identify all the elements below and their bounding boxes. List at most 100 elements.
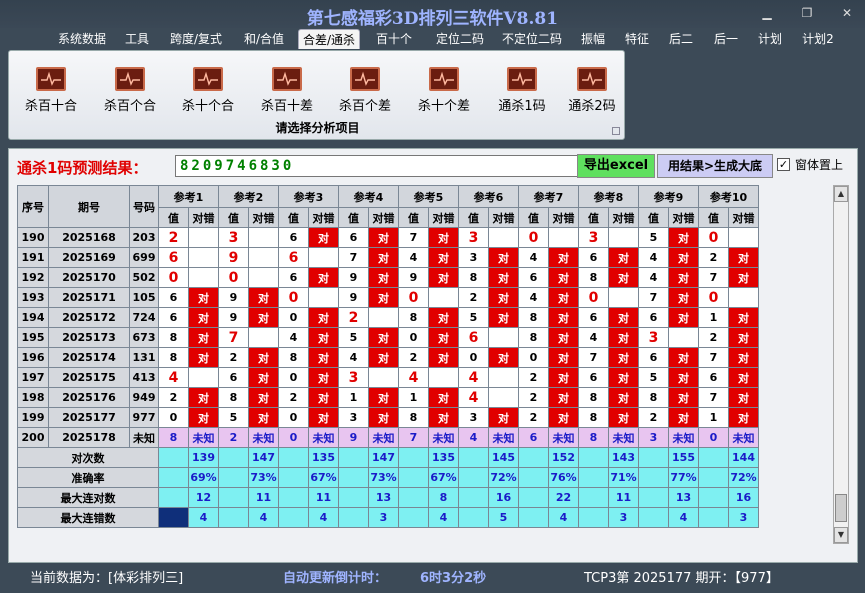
ribbon-button-label: 杀百十合 bbox=[24, 99, 77, 114]
app-title: 第七感福彩3D排列三软件V8.81 bbox=[306, 9, 559, 29]
ref-check: 对 bbox=[608, 407, 639, 428]
pending-row[interactable]: 200 2025178 未知 8 未知 2 未知 0 未知 9 未知 7 未知 4 未知 6 未知 8 未知 3 未知 0… bbox=[17, 427, 759, 448]
table-row[interactable]: 199 2025177 977 0 对 5 对 0 对 3 对 8 对 3 对 2 对 8 对 2 对 1 对 bbox=[17, 407, 759, 428]
ref-value: 3 bbox=[458, 247, 489, 268]
ref-check: 对 bbox=[728, 247, 759, 268]
ref-check: 未知 bbox=[668, 427, 699, 448]
minimize-button[interactable]: ▁ bbox=[756, 4, 778, 22]
ref-value: 3 bbox=[458, 407, 489, 428]
maximize-button[interactable]: ❐ bbox=[796, 4, 818, 22]
ref-check: 对 bbox=[248, 347, 279, 368]
summary-value: 73% bbox=[248, 467, 279, 488]
ref-value: 8 bbox=[218, 387, 249, 408]
table-row[interactable]: 193 2025171 105 6 对 9 对 0 9 对 0 2 对 4 对 0 7 对 0 bbox=[17, 287, 759, 308]
ref-check: 对 bbox=[308, 267, 339, 288]
summary-value: 4 bbox=[248, 507, 279, 528]
row-seq: 200 bbox=[17, 427, 49, 448]
ribbon-expand-icon[interactable] bbox=[612, 127, 620, 135]
table-row[interactable]: 192 2025170 502 0 0 6 对 9 对 9 对 8 对 6 对 8 对 4 对 7 对 bbox=[17, 267, 759, 288]
ribbon-button[interactable]: 杀十个合 bbox=[173, 67, 243, 117]
always-on-top-checkbox[interactable]: ✓ bbox=[777, 158, 790, 171]
ribbon-button-label: 通杀1码 bbox=[498, 99, 546, 114]
menu-item[interactable]: 计划 bbox=[756, 29, 784, 49]
menu-item[interactable]: 计划2 bbox=[800, 29, 836, 49]
menu-item[interactable]: 特征 bbox=[623, 29, 651, 49]
ribbon-button[interactable]: 杀百个合 bbox=[95, 67, 165, 117]
menu-item[interactable]: 百十个 bbox=[375, 29, 413, 49]
menu-item[interactable]: 定位二码 bbox=[434, 29, 486, 49]
prediction-result-field[interactable]: 8209746830 bbox=[175, 155, 583, 177]
ref-check bbox=[248, 267, 279, 288]
menu-item[interactable]: 跨度/复式 bbox=[168, 29, 224, 49]
scroll-up-icon[interactable]: ▲ bbox=[834, 186, 848, 202]
close-button[interactable]: ✕ bbox=[836, 4, 858, 22]
table-row[interactable]: 196 2025174 131 8 对 2 对 8 对 4 对 2 对 0 对 0 对 7 对 6 对 7 对 bbox=[17, 347, 759, 368]
ribbon-button-label: 杀百十差 bbox=[260, 99, 313, 114]
table-row[interactable]: 198 2025176 949 2 对 8 对 2 对 1 对 1 对 4 2 对 8 对 8 对 7 对 bbox=[17, 387, 759, 408]
ribbon-button[interactable]: 杀百个差 bbox=[330, 67, 400, 117]
ref-value: 6 bbox=[338, 227, 369, 248]
ribbon-button[interactable]: 通杀2码 bbox=[557, 67, 627, 117]
row-period: 2025175 bbox=[48, 367, 130, 388]
row-code: 131 bbox=[129, 347, 159, 368]
ref-value: 2 bbox=[218, 427, 249, 448]
row-period: 2025176 bbox=[48, 387, 130, 408]
menu-item[interactable]: 后二 bbox=[667, 29, 695, 49]
ref-value: 4 bbox=[458, 367, 489, 388]
ribbon-button[interactable]: 杀百十差 bbox=[252, 67, 322, 117]
row-seq: 195 bbox=[17, 327, 49, 348]
menu-item[interactable]: 后一 bbox=[712, 29, 740, 49]
ref-value: 4 bbox=[518, 287, 549, 308]
menu-item[interactable]: 和/合值 bbox=[241, 29, 287, 49]
ref-check bbox=[608, 287, 639, 308]
generate-base-button[interactable]: 用结果>生成大底 bbox=[657, 154, 773, 178]
ref-check: 对 bbox=[368, 407, 399, 428]
summary-spacer bbox=[218, 507, 249, 528]
summary-value: 143 bbox=[608, 447, 639, 468]
ref-value: 4 bbox=[398, 367, 429, 388]
ref-check: 对 bbox=[608, 247, 639, 268]
ref-check: 对 bbox=[308, 407, 339, 428]
summary-spacer bbox=[398, 487, 429, 508]
menu-item[interactable]: 工具 bbox=[123, 29, 151, 49]
ribbon-button[interactable]: 杀百十合 bbox=[16, 67, 86, 117]
ref-value: 4 bbox=[398, 247, 429, 268]
ref-value: 0 bbox=[398, 327, 429, 348]
ref-value: 6 bbox=[278, 247, 309, 268]
vertical-scrollbar[interactable]: ▲ ▼ bbox=[833, 185, 849, 544]
table-row[interactable]: 190 2025168 203 2 3 6 对 6 对 7 对 3 0 3 5 对 0 bbox=[17, 227, 759, 248]
header-check: 对错 bbox=[308, 207, 339, 228]
ref-check: 未知 bbox=[608, 427, 639, 448]
chart-icon bbox=[429, 67, 459, 91]
ref-check: 对 bbox=[728, 407, 759, 428]
ref-check: 对 bbox=[488, 407, 519, 428]
ref-value: 9 bbox=[338, 267, 369, 288]
table-row[interactable]: 197 2025175 413 4 6 对 0 对 3 4 4 2 对 6 对 5 对 6 对 bbox=[17, 367, 759, 388]
scroll-down-icon[interactable]: ▼ bbox=[834, 527, 848, 543]
ref-check: 对 bbox=[368, 247, 399, 268]
summary-spacer bbox=[158, 467, 189, 488]
scroll-thumb[interactable] bbox=[835, 494, 847, 522]
menu-item[interactable]: 振幅 bbox=[579, 29, 607, 49]
ribbon-button[interactable]: 杀十个差 bbox=[409, 67, 479, 117]
table-row[interactable]: 191 2025169 699 6 9 6 7 对 4 对 3 对 4 对 6 对 4 对 2 对 bbox=[17, 247, 759, 268]
ref-check bbox=[188, 267, 219, 288]
header-period: 期号 bbox=[48, 185, 130, 228]
table-row[interactable]: 195 2025173 673 8 对 7 4 对 5 对 0 对 6 8 对 4 对 3 2 对 bbox=[17, 327, 759, 348]
ref-value: 9 bbox=[218, 247, 249, 268]
menu-item[interactable]: 系统数据 bbox=[55, 29, 109, 49]
ref-value: 0 bbox=[278, 427, 309, 448]
table-row[interactable]: 194 2025172 724 6 对 9 对 0 对 2 8 对 5 对 8 对 6 对 6 对 1 对 bbox=[17, 307, 759, 328]
ref-check: 对 bbox=[368, 227, 399, 248]
ref-value: 7 bbox=[218, 327, 249, 348]
menu-item[interactable]: 不定位二码 bbox=[500, 29, 564, 49]
header-check: 对错 bbox=[608, 207, 639, 228]
ref-value: 0 bbox=[518, 347, 549, 368]
summary-spacer bbox=[698, 507, 729, 528]
summary-value: 67% bbox=[428, 467, 459, 488]
menu-item[interactable]: 合差/通杀 bbox=[298, 29, 360, 49]
row-seq: 193 bbox=[17, 287, 49, 308]
export-excel-button[interactable]: 导出excel bbox=[577, 154, 655, 178]
ref-value: 3 bbox=[638, 327, 669, 348]
ribbon-button[interactable]: 通杀1码 bbox=[487, 67, 557, 117]
